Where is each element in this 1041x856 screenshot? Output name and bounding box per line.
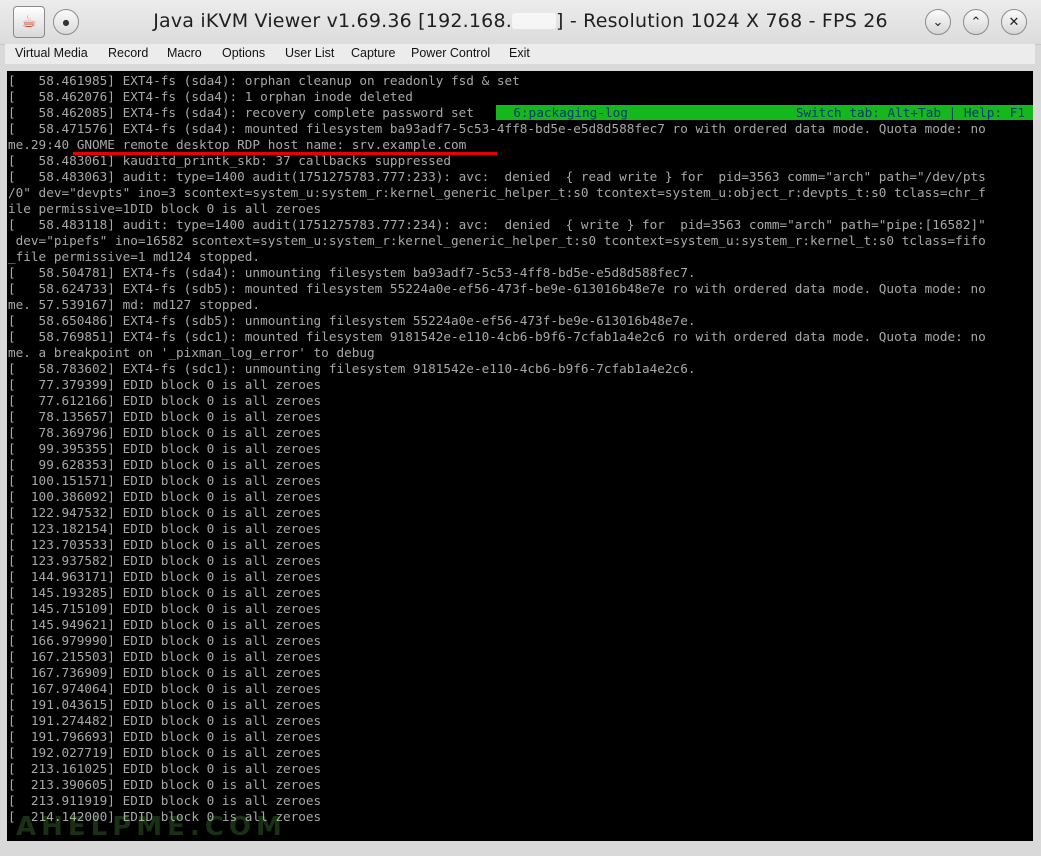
console-line: [ 58.783602] EXT4-fs (sdc1): unmounting …: [8, 361, 696, 376]
console-line: [ 99.395355] EDID block 0 is all zeroes: [8, 441, 322, 456]
console-line: [ 145.949621] EDID block 0 is all zeroes: [8, 617, 322, 632]
chevron-down-icon: ⌄: [932, 14, 944, 30]
highlight-underline: [73, 152, 497, 155]
menu-user-list[interactable]: User List: [285, 46, 334, 60]
chevron-up-icon: ⌃: [970, 14, 982, 30]
console-line: [ 58.462076] EXT4-fs (sda4): 1 orphan in…: [8, 89, 413, 104]
console-line: [ 167.974064] EDID block 0 is all zeroes: [8, 681, 322, 696]
console-line: [ 58.504781] EXT4-fs (sda4): unmounting …: [8, 265, 696, 280]
menu-bar: Virtual Media Record Macro Options User …: [5, 44, 1035, 64]
console-line: [ 166.979990] EDID block 0 is all zeroes: [8, 633, 322, 648]
console-line: [ 191.274482] EDID block 0 is all zeroes: [8, 713, 322, 728]
console-line: [ 167.736909] EDID block 0 is all zeroes: [8, 665, 322, 680]
maximize-button[interactable]: ⌃: [963, 9, 989, 35]
console-line: [ 58.769851] EXT4-fs (sdc1): mounted fil…: [8, 329, 986, 344]
console-line: [ 123.937582] EDID block 0 is all zeroes: [8, 553, 322, 568]
console-line: me. 57.539167] md: md127 stopped.: [8, 297, 261, 312]
console-line: [ 213.161025] EDID block 0 is all zeroes: [8, 761, 322, 776]
console-line: [ 145.715109] EDID block 0 is all zeroes: [8, 601, 322, 616]
console-line: [ 58.624733] EXT4-fs (sdb5): mounted fil…: [8, 281, 986, 296]
close-button[interactable]: ✕: [1001, 9, 1027, 35]
console-line: me. a breakpoint on '_pixman_log_error' …: [8, 345, 375, 360]
console-line: [ 58.650486] EXT4-fs (sdb5): unmounting …: [8, 313, 696, 328]
watermark: AHELPME.COM: [16, 812, 287, 842]
window-title-suffix: ] - Resolution 1024 X 768 - FPS 26: [556, 10, 888, 32]
console-line: [ 58.483063] audit: type=1400 audit(1751…: [8, 169, 986, 184]
console-line: [ 99.628353] EDID block 0 is all zeroes: [8, 457, 322, 472]
console-line: [ 78.369796] EDID block 0 is all zeroes: [8, 425, 322, 440]
window-title: Java iKVM Viewer v1.69.36 [192.168. ] - R…: [0, 10, 1041, 32]
menu-power-control[interactable]: Power Control: [411, 46, 490, 60]
console-line: [ 123.703533] EDID block 0 is all zeroes: [8, 537, 322, 552]
console-line: [ 58.483118] audit: type=1400 audit(1751…: [8, 217, 986, 232]
menu-exit[interactable]: Exit: [509, 46, 530, 60]
window-title-prefix: Java iKVM Viewer v1.69.36 [192.168.: [153, 10, 512, 32]
console-line: [ 58.461985] EXT4-fs (sda4): orphan clea…: [8, 73, 520, 88]
console-line: [ 122.947532] EDID block 0 is all zeroes: [8, 505, 322, 520]
console-line: [ 192.027719] EDID block 0 is all zeroes: [8, 745, 322, 760]
console-line: [ 191.043615] EDID block 0 is all zeroes: [8, 697, 322, 712]
menu-macro[interactable]: Macro: [167, 46, 202, 60]
menu-virtual-media[interactable]: Virtual Media: [15, 46, 88, 60]
status-help-hint: Switch tab: Alt+Tab | Help: F1: [795, 105, 1025, 120]
redacted-ip-block: [512, 13, 556, 29]
minimize-button[interactable]: ⌄: [925, 9, 951, 35]
console-log: [ 58.461985] EXT4-fs (sda4): orphan clea…: [8, 73, 986, 825]
console-line: [ 77.379399] EDID block 0 is all zeroes: [8, 377, 322, 392]
tmux-status-bar: 6:packaging-log Switch tab: Alt+Tab | He…: [496, 105, 1033, 120]
console-line: /0" dev="devpts" ino=3 scontext=system_u…: [8, 185, 986, 200]
console-line: [ 191.796693] EDID block 0 is all zeroes: [8, 729, 322, 744]
console-line: [ 167.215503] EDID block 0 is all zeroes: [8, 649, 322, 664]
console-line: [ 100.386092] EDID block 0 is all zeroes: [8, 489, 322, 504]
console-line: [ 123.182154] EDID block 0 is all zeroes: [8, 521, 322, 536]
console-line: _file permissive=1 md124 stopped.: [8, 249, 261, 264]
close-icon: ✕: [1008, 14, 1020, 30]
title-bar: ☕ ● Java iKVM Viewer v1.69.36 [192.168.]…: [0, 0, 1041, 45]
console-line: ile permissive=1DID block 0 is all zeroe…: [8, 201, 322, 216]
console-line: dev="pipefs" ino=16582 scontext=system_u…: [8, 233, 986, 248]
console-line: [ 145.193285] EDID block 0 is all zeroes: [8, 585, 322, 600]
menu-record[interactable]: Record: [108, 46, 148, 60]
console-line: [ 100.151571] EDID block 0 is all zeroes: [8, 473, 322, 488]
menu-capture[interactable]: Capture: [351, 46, 395, 60]
status-tab-name: 6:packaging-log: [498, 105, 628, 120]
console-line: [ 77.612166] EDID block 0 is all zeroes: [8, 393, 322, 408]
menu-options[interactable]: Options: [222, 46, 265, 60]
remote-console-screen[interactable]: [ 58.461985] EXT4-fs (sda4): orphan clea…: [7, 71, 1033, 841]
console-line: [ 213.390605] EDID block 0 is all zeroes: [8, 777, 322, 792]
console-line: [ 144.963171] EDID block 0 is all zeroes: [8, 569, 322, 584]
console-line: [ 213.911919] EDID block 0 is all zeroes: [8, 793, 322, 808]
console-line: [ 78.135657] EDID block 0 is all zeroes: [8, 409, 322, 424]
